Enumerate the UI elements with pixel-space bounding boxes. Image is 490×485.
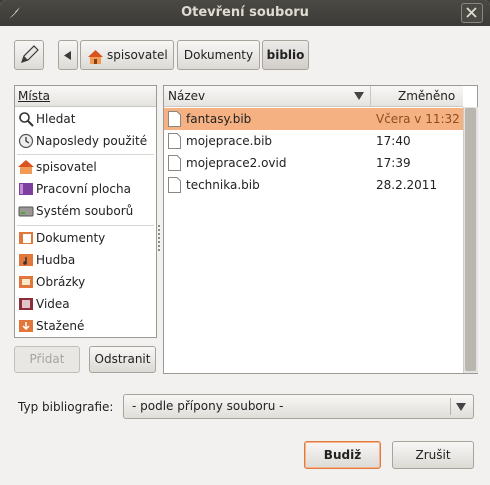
downloads-folder-icon: [18, 318, 34, 334]
place-item-documents[interactable]: Dokumenty: [15, 227, 156, 249]
open-file-dialog: Otevření souboru spisovatel Dokumenty bi…: [0, 0, 490, 485]
window-title: Otevření souboru: [181, 5, 309, 20]
pictures-folder-icon: [18, 274, 34, 290]
place-item-downloads[interactable]: Stažené: [15, 315, 156, 337]
text-file-icon: [168, 133, 181, 149]
chevron-down-icon: [456, 403, 466, 411]
bibliography-type-select[interactable]: - podle přípony souboru -: [123, 394, 474, 419]
file-row[interactable]: mojeprace2.ovid 17:39: [164, 152, 463, 174]
select-value: - podle přípony souboru -: [132, 399, 284, 413]
add-bookmark-button[interactable]: Přidat: [14, 346, 80, 373]
documents-folder-icon: [18, 230, 34, 246]
file-name: technika.bib: [186, 178, 260, 192]
scrollbar-thumb[interactable]: [465, 108, 476, 371]
column-header-name[interactable]: Název: [164, 86, 371, 107]
file-modified: 17:40: [376, 134, 411, 148]
clock-icon: [18, 133, 34, 149]
place-item-home[interactable]: spisovatel: [15, 156, 156, 178]
file-name: mojeprace2.ovid: [186, 156, 287, 170]
path-button-label: spisovatel: [107, 48, 168, 62]
file-name: fantasy.bib: [186, 112, 252, 126]
text-file-icon: [168, 155, 181, 171]
path-button-biblio[interactable]: biblio: [262, 40, 309, 70]
places-separator: [17, 225, 154, 226]
file-row[interactable]: fantasy.bib Včera v 11:32: [164, 108, 463, 130]
file-modified: 17:39: [376, 156, 411, 170]
file-modified: 28.2.2011: [376, 178, 438, 192]
file-list: Název Změněno fantasy.bib Včera v 11:32 …: [163, 85, 478, 374]
place-item-desktop[interactable]: Pracovní plocha: [15, 178, 156, 200]
pencil-icon: [21, 45, 39, 63]
sort-descending-icon: [354, 92, 364, 100]
path-button-dokumenty[interactable]: Dokumenty: [177, 40, 260, 70]
close-icon: [466, 7, 477, 18]
cancel-button[interactable]: Zrušit: [392, 441, 474, 469]
file-name: mojeprace.bib: [186, 134, 273, 148]
remove-bookmark-button[interactable]: Odstranit: [89, 346, 156, 373]
place-item-videos[interactable]: Videa: [15, 293, 156, 315]
close-button[interactable]: [461, 3, 483, 23]
file-modified: Včera v 11:32: [376, 112, 460, 126]
path-back-button[interactable]: [58, 40, 78, 70]
music-folder-icon: [18, 252, 34, 268]
file-row[interactable]: mojeprace.bib 17:40: [164, 130, 463, 152]
places-header[interactable]: Místa: [15, 86, 156, 107]
vertical-scrollbar[interactable]: [463, 107, 478, 373]
path-button-spisovatel[interactable]: spisovatel: [80, 40, 174, 70]
text-file-icon: [168, 177, 181, 193]
text-file-icon: [168, 111, 181, 127]
column-header-modified[interactable]: Změněno: [371, 86, 463, 107]
videos-folder-icon: [18, 296, 34, 312]
select-divider: [450, 398, 451, 415]
search-icon: [18, 111, 34, 127]
type-location-button[interactable]: [14, 40, 44, 70]
desktop-icon: [18, 181, 34, 197]
home-folder-icon: [18, 159, 34, 175]
arrow-left-icon: [64, 51, 71, 60]
filter-label: Typ bibliografie:: [18, 400, 114, 414]
ok-button[interactable]: Budiž: [304, 441, 381, 469]
file-row[interactable]: technika.bib 28.2.2011: [164, 174, 463, 196]
places-separator: [17, 154, 154, 155]
places-panel: Místa Hledat Naposledy použité spisovate…: [14, 85, 157, 338]
pane-resize-handle[interactable]: [158, 225, 161, 253]
titlebar: Otevření souboru: [0, 0, 490, 26]
home-icon: [87, 47, 104, 75]
drive-icon: [18, 203, 34, 219]
place-item-filesystem[interactable]: Systém souborů: [15, 200, 156, 222]
place-item-recent[interactable]: Naposledy použité: [15, 130, 156, 152]
place-item-pictures[interactable]: Obrázky: [15, 271, 156, 293]
place-item-music[interactable]: Hudba: [15, 249, 156, 271]
place-item-hledat[interactable]: Hledat: [15, 108, 156, 130]
